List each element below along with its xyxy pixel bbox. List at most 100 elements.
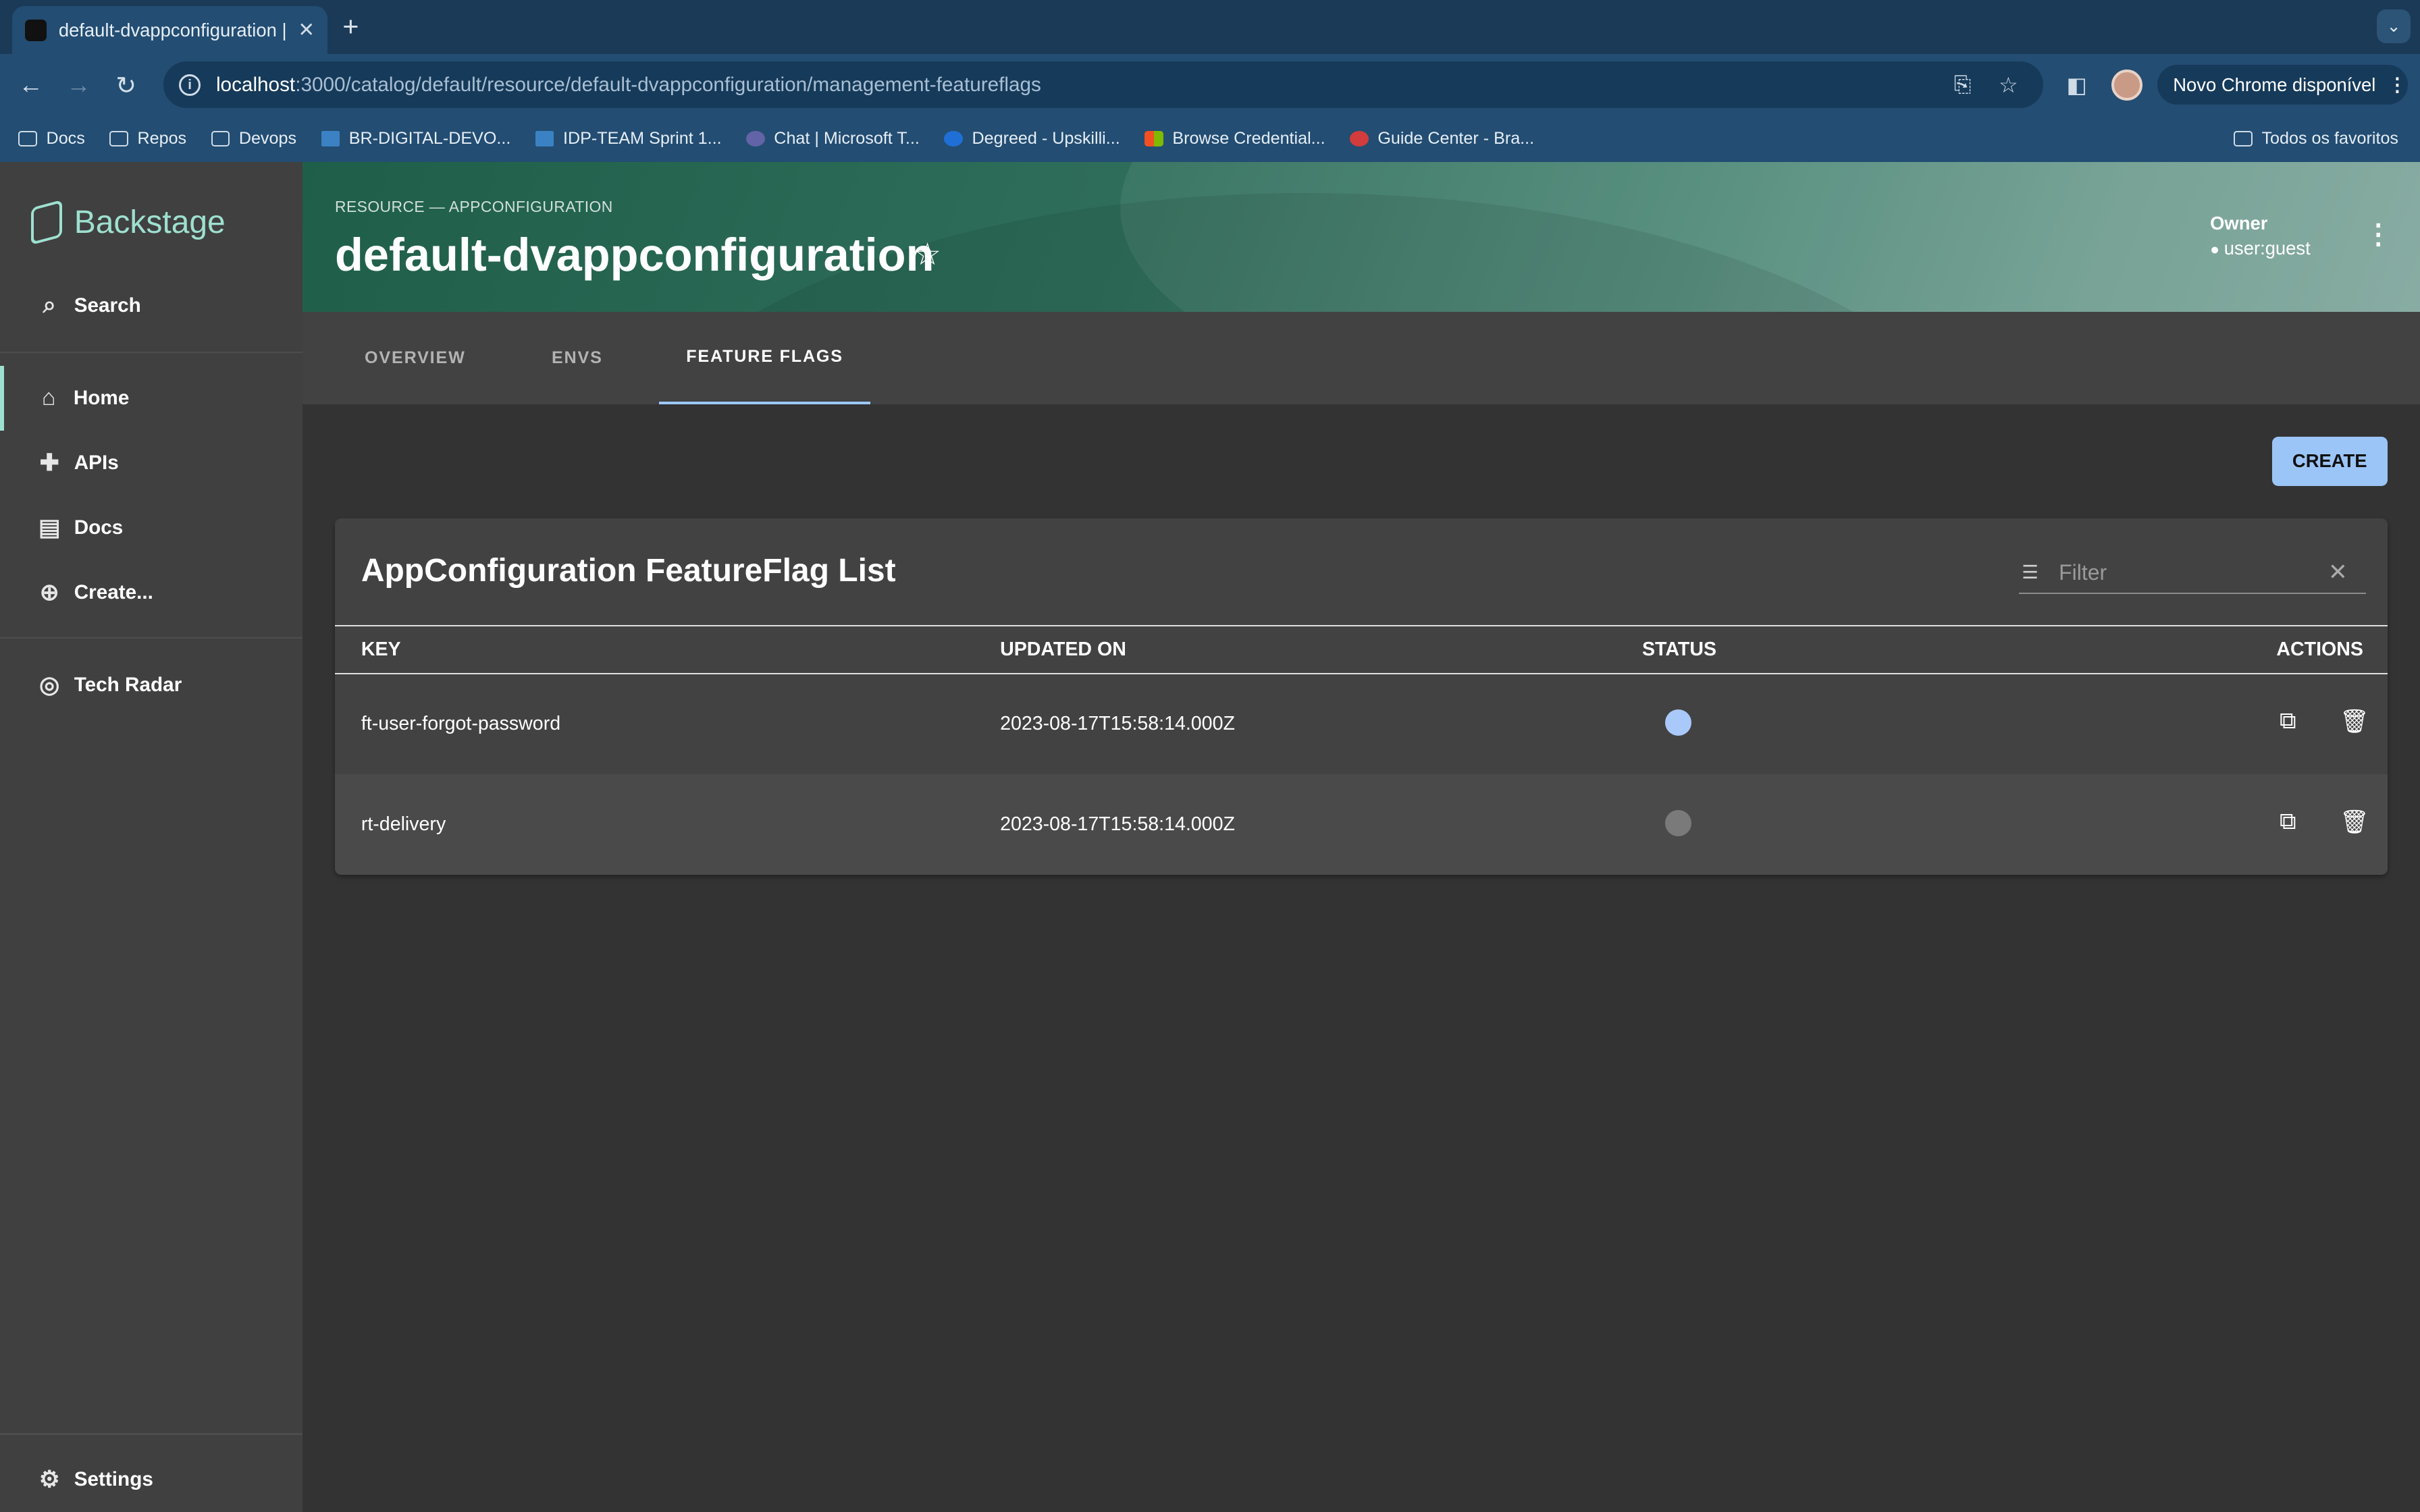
sidebar-item-create[interactable]: ⊕ Create... bbox=[0, 560, 302, 625]
home-icon: ⌂ bbox=[41, 385, 56, 411]
folder-icon bbox=[2234, 131, 2253, 147]
owner-value[interactable]: ● user:guest bbox=[2210, 238, 2311, 259]
profile-avatar[interactable] bbox=[2111, 69, 2142, 101]
bookmark-label: Devops bbox=[238, 129, 297, 148]
tab-envs[interactable]: ENVS bbox=[508, 312, 647, 404]
sidebar-item-label: Docs bbox=[74, 516, 124, 539]
bookmark-repos[interactable]: Repos bbox=[109, 129, 186, 148]
chrome-menu-icon: ⋮ bbox=[2388, 74, 2407, 95]
bookmark-idp-team[interactable]: IDP-TEAM Sprint 1... bbox=[535, 129, 722, 148]
breadcrumb: RESOURCE — APPCONFIGURATION bbox=[334, 197, 613, 215]
column-header-updated-on[interactable]: UPDATED ON bbox=[1000, 639, 1126, 661]
bookmark-label: Guide Center - Bra... bbox=[1377, 129, 1535, 148]
new-tab-icon[interactable]: + bbox=[342, 11, 359, 43]
chrome-update-label: Novo Chrome disponível bbox=[2173, 74, 2376, 95]
bookmark-guide-center[interactable]: Guide Center - Bra... bbox=[1350, 129, 1534, 148]
folder-icon bbox=[211, 131, 230, 147]
search-icon: ⌕ bbox=[43, 292, 56, 319]
translate-icon[interactable]: ⎘ bbox=[1954, 72, 1972, 98]
column-header-key[interactable]: KEY bbox=[361, 639, 401, 661]
column-header-status[interactable]: STATUS bbox=[1642, 639, 1716, 661]
browser-tab[interactable]: default-dvappconfiguration | B ✕ bbox=[12, 6, 327, 54]
all-bookmarks[interactable]: Todos os favoritos bbox=[2234, 129, 2398, 148]
create-button[interactable]: CREATE bbox=[2271, 436, 2388, 486]
row-updated-on: 2023-08-17T15:58:14.000Z bbox=[1000, 813, 1235, 835]
bookmarks-bar: Docs Repos Devops BR-DIGITAL-DEVO... IDP… bbox=[0, 115, 2420, 162]
sidebar-search[interactable]: ⌕ Search bbox=[0, 273, 302, 338]
forward-arrow-icon[interactable]: → bbox=[66, 71, 91, 99]
table-header bbox=[334, 624, 2388, 674]
teams-icon bbox=[746, 131, 765, 147]
tab-overview[interactable]: OVERVIEW bbox=[335, 312, 496, 404]
close-tab-icon[interactable]: ✕ bbox=[298, 18, 315, 42]
gear-icon: ⚙ bbox=[38, 1466, 60, 1492]
row-updated-on: 2023-08-17T15:58:14.000Z bbox=[1000, 712, 1235, 734]
tab-feature-flags[interactable]: FEATURE FLAGS bbox=[658, 312, 871, 404]
chrome-update-button[interactable]: Novo Chrome disponível ⋮ bbox=[2157, 64, 2408, 105]
sidebar-item-label: Tech Radar bbox=[74, 673, 182, 696]
table-title: AppConfiguration FeatureFlag List bbox=[361, 553, 896, 589]
favorite-star-icon[interactable]: ☆ bbox=[914, 236, 941, 272]
delete-icon[interactable]: 🗑 bbox=[2340, 809, 2369, 836]
sidebar-item-home[interactable]: ⌂ Home bbox=[0, 365, 302, 431]
column-header-actions: ACTIONS bbox=[2276, 639, 2363, 661]
bookmark-docs[interactable]: Docs bbox=[18, 129, 85, 148]
sidebar-item-docs[interactable]: ▤ Docs bbox=[0, 495, 302, 560]
open-external-icon[interactable]: ⧉ bbox=[2280, 809, 2296, 835]
sidebar-search-label: Search bbox=[74, 294, 141, 317]
sidebar-item-tech-radar[interactable]: ◎ Tech Radar bbox=[0, 653, 302, 718]
sidebar-item-label: Settings bbox=[74, 1467, 153, 1490]
bookmark-label: Repos bbox=[137, 129, 187, 148]
row-key: ft-user-forgot-password bbox=[361, 712, 561, 734]
side-panel-icon[interactable]: ◧ bbox=[2067, 72, 2087, 98]
reload-icon[interactable]: ↻ bbox=[115, 71, 136, 100]
clear-filter-icon[interactable]: ✕ bbox=[2328, 559, 2348, 586]
delete-icon[interactable]: 🗑 bbox=[2340, 708, 2369, 735]
address-bar[interactable]: i localhost:3000/catalog/default/resourc… bbox=[163, 61, 2044, 108]
more-options-icon[interactable]: ⋮ bbox=[2365, 221, 2392, 248]
bookmark-label: Degreed - Upskilli... bbox=[972, 129, 1120, 148]
sidebar-item-settings[interactable]: ⚙ Settings bbox=[0, 1447, 302, 1512]
browser-tab-title: default-dvappconfiguration | B bbox=[58, 19, 289, 40]
add-circle-icon: ⊕ bbox=[39, 579, 59, 605]
azure-devops-icon bbox=[321, 131, 340, 147]
back-arrow-icon[interactable]: ← bbox=[18, 71, 43, 99]
bookmark-label: BR-DIGITAL-DEVO... bbox=[348, 129, 511, 148]
sidebar-divider bbox=[0, 637, 302, 639]
bookmark-star-icon[interactable]: ☆ bbox=[1999, 72, 2018, 98]
filter-input[interactable]: ☰ Filter ✕ bbox=[2018, 552, 2366, 594]
row-key: rt-delivery bbox=[361, 813, 446, 835]
owner-label: Owner bbox=[2210, 213, 2268, 234]
microsoft-icon bbox=[1145, 131, 1163, 147]
folder-icon bbox=[18, 131, 37, 147]
filter-list-icon: ☰ bbox=[2022, 562, 2038, 583]
bookmark-br-digital[interactable]: BR-DIGITAL-DEVO... bbox=[321, 129, 511, 148]
backstage-favicon-icon bbox=[24, 19, 47, 41]
sidebar-item-label: Create... bbox=[74, 580, 153, 603]
table-row bbox=[334, 774, 2388, 875]
site-info-icon[interactable]: i bbox=[179, 74, 201, 96]
puzzle-icon: ✚ bbox=[39, 450, 59, 476]
bookmark-label: Browse Credential... bbox=[1172, 129, 1325, 148]
page-title: default-dvappconfiguration bbox=[334, 229, 935, 281]
tab-search-chevron-icon[interactable]: ⌄ bbox=[2376, 9, 2411, 43]
bookmark-teams-chat[interactable]: Chat | Microsoft T... bbox=[746, 129, 920, 148]
bookmark-devops[interactable]: Devops bbox=[211, 129, 296, 148]
bookmark-label: IDP-TEAM Sprint 1... bbox=[563, 129, 722, 148]
bookmark-label: Docs bbox=[46, 129, 85, 148]
bookmark-degreed[interactable]: Degreed - Upskilli... bbox=[944, 129, 1120, 148]
bookmark-credentials[interactable]: Browse Credential... bbox=[1145, 129, 1325, 148]
open-external-icon[interactable]: ⧉ bbox=[2280, 708, 2296, 734]
folder-icon bbox=[109, 131, 128, 147]
sidebar-item-label: APIs bbox=[74, 451, 119, 474]
sidebar-item-apis[interactable]: ✚ APIs bbox=[0, 431, 302, 495]
backstage-logo[interactable]: Backstage bbox=[30, 199, 226, 245]
sidebar-divider bbox=[0, 352, 302, 354]
sidebar-divider bbox=[0, 1433, 302, 1435]
azure-devops-icon bbox=[535, 131, 554, 147]
sidebar bbox=[0, 161, 302, 1512]
guide-icon bbox=[1350, 131, 1369, 147]
brand-name: Backstage bbox=[74, 204, 226, 240]
library-icon: ▤ bbox=[38, 514, 61, 541]
url-host: localhost bbox=[215, 73, 296, 96]
